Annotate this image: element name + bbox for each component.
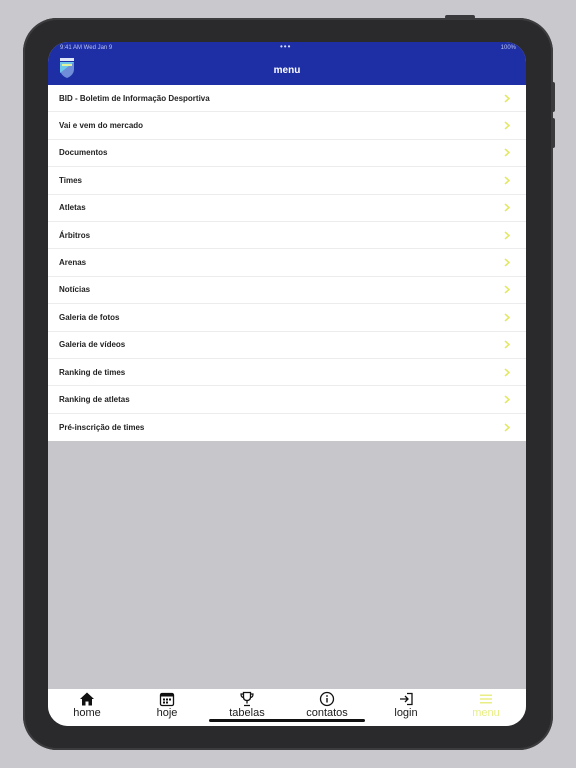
- menu-item-arbitros[interactable]: Árbitros: [48, 222, 526, 250]
- menu-item-label: BID - Boletim de Informação Desportiva: [59, 93, 210, 103]
- menu-item-label: Documentos: [59, 148, 108, 158]
- menu-item-documentos[interactable]: Documentos: [48, 140, 526, 168]
- menu-list: BID - Boletim de Informação Desportiva V…: [48, 85, 526, 442]
- chevron-right-icon: [504, 340, 510, 349]
- tab-home[interactable]: home: [48, 691, 127, 719]
- page-title: menu: [273, 65, 301, 76]
- chevron-right-icon: [504, 121, 510, 130]
- chevron-right-icon: [504, 368, 510, 377]
- battery-status: 100%: [500, 45, 516, 51]
- menu-item-vai-e-vem[interactable]: Vai e vem do mercado: [48, 112, 526, 140]
- menu-item-noticias[interactable]: Notícias: [48, 277, 526, 305]
- chevron-right-icon: [504, 176, 510, 185]
- tab-label: contatos: [306, 707, 348, 719]
- multitasking-dots[interactable]: •••: [280, 42, 291, 51]
- menu-item-label: Pré-inscrição de times: [59, 422, 145, 432]
- status-time: 9:41 AM Wed Jan 9: [60, 45, 113, 51]
- menu-item-ranking-times[interactable]: Ranking de times: [48, 359, 526, 387]
- menu-item-atletas[interactable]: Atletas: [48, 195, 526, 222]
- tab-label: login: [394, 707, 418, 719]
- tab-login[interactable]: login: [366, 691, 446, 719]
- menu-item-arenas[interactable]: Arenas: [48, 249, 526, 277]
- chevron-right-icon: [504, 231, 510, 240]
- chevron-right-icon: [504, 94, 510, 103]
- menu-item-ranking-atletas[interactable]: Ranking de atletas: [48, 386, 526, 414]
- menu-item-galeria-videos[interactable]: Galeria de vídeos: [48, 332, 526, 359]
- app-header: 9:41 AM Wed Jan 9 ••• 100% menu: [48, 42, 526, 85]
- chevron-right-icon: [504, 395, 510, 404]
- tab-label: menu: [472, 707, 500, 719]
- chevron-right-icon: [504, 313, 510, 322]
- login-icon: [400, 692, 413, 706]
- menu-item-label: Ranking de atletas: [59, 394, 130, 404]
- menu-item-label: Galeria de vídeos: [59, 340, 126, 350]
- menu-item-pre-inscricao[interactable]: Pré-inscrição de times: [48, 414, 526, 441]
- menu-item-label: Times: [59, 175, 82, 185]
- tab-label: tabelas: [229, 707, 265, 719]
- chevron-right-icon: [504, 258, 510, 267]
- tab-contatos[interactable]: contatos: [287, 691, 367, 719]
- tab-menu[interactable]: menu: [446, 691, 526, 719]
- menu-item-galeria-fotos[interactable]: Galeria de fotos: [48, 304, 526, 332]
- info-icon: [319, 691, 335, 707]
- menu-item-label: Ranking de times: [59, 367, 126, 377]
- menu-item-label: Atletas: [59, 203, 86, 213]
- menu-item-label: Arenas: [59, 258, 87, 268]
- menu-icon: [480, 694, 492, 704]
- trophy-icon: [240, 691, 254, 707]
- tab-label: home: [73, 707, 101, 719]
- power-button: [445, 15, 475, 19]
- menu-item-bid[interactable]: BID - Boletim de Informação Desportiva: [48, 85, 526, 113]
- chevron-right-icon: [504, 203, 510, 212]
- menu-item-times[interactable]: Times: [48, 167, 526, 195]
- calendar-icon: [159, 692, 175, 707]
- tab-hoje[interactable]: hoje: [127, 691, 207, 719]
- tab-label: hoje: [156, 707, 178, 719]
- menu-item-label: Vai e vem do mercado: [59, 121, 144, 131]
- chevron-right-icon: [504, 285, 510, 294]
- app-screen: 9:41 AM Wed Jan 9 ••• 100% menu BID - Bo…: [48, 42, 526, 726]
- chevron-right-icon: [504, 148, 510, 158]
- tab-tabelas[interactable]: tabelas: [207, 691, 287, 719]
- house-icon: [80, 692, 94, 706]
- volume-down-button: [551, 118, 555, 148]
- menu-item-label: Notícias: [59, 285, 91, 295]
- volume-up-button: [551, 82, 555, 112]
- menu-item-label: Galeria de fotos: [59, 312, 120, 322]
- chevron-right-icon: [504, 423, 510, 432]
- menu-item-label: Árbitros: [59, 230, 91, 240]
- home-indicator[interactable]: [209, 719, 365, 722]
